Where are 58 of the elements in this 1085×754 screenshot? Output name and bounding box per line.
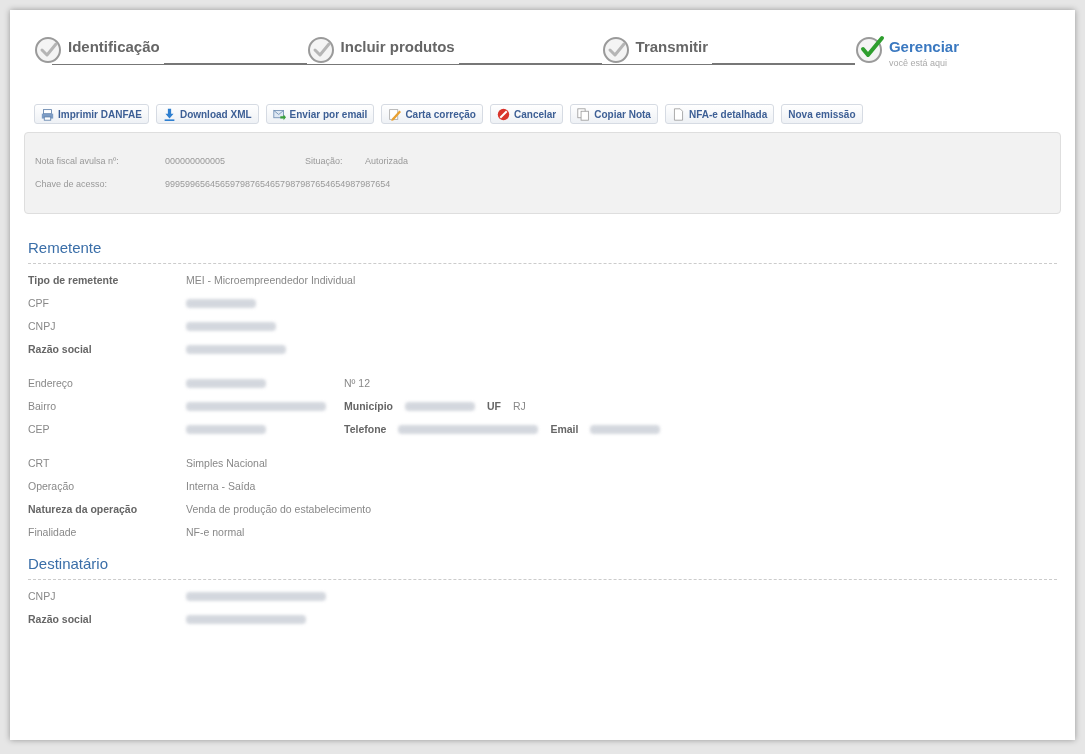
section-heading: Destinatário [28, 555, 109, 572]
field-label: Telefone [344, 421, 387, 437]
field-label: Endereço [28, 375, 74, 391]
summary-label: Nota fiscal avulsa nº: [35, 155, 120, 168]
check-circle-icon [601, 34, 632, 64]
check-circle-icon [854, 34, 885, 64]
field-label: CNPJ [28, 318, 57, 334]
summary-label: Chave de acesso: [35, 177, 109, 191]
cancel-icon [497, 107, 510, 121]
step-subtitle: você está aqui [888, 57, 948, 69]
section-heading: Remetente [28, 239, 102, 256]
summary-value: 000000000005 [165, 155, 227, 168]
field-value: Interna - Saída [186, 478, 257, 494]
field-label: CRT [28, 455, 51, 471]
field-label: CNPJ [28, 588, 57, 604]
field-label: Razão social [28, 341, 93, 357]
step-tab[interactable]: Identificação [34, 34, 164, 64]
summary-label: Situação: [305, 155, 344, 168]
toolbar-button[interactable]: Imprimir DANFAE [34, 104, 149, 124]
field-label: Razão social [28, 611, 93, 627]
printer-icon [41, 107, 54, 121]
field-label: Município [344, 398, 393, 414]
field-label: CPF [28, 295, 50, 311]
toolbar-button[interactable]: Enviar por email [265, 104, 375, 124]
field-value: RJ [513, 398, 526, 414]
blurred-value [590, 425, 661, 434]
document-icon [671, 107, 685, 121]
toolbar-button[interactable]: Cancelar [490, 104, 564, 124]
download-icon [162, 107, 176, 121]
field-label: Bairro [28, 398, 57, 414]
document-copy-icon [577, 107, 591, 121]
pencil-icon [388, 107, 402, 121]
toolbar-button[interactable]: Carta correção [381, 104, 483, 124]
blurred-value [186, 299, 256, 308]
step-tab[interactable]: Incluir produtos [306, 34, 459, 64]
toolbar-button[interactable]: Nova emissão [781, 104, 863, 124]
toolbar-button[interactable]: Download XML [155, 104, 259, 124]
toolbar-button[interactable]: NFA-e detalhada [664, 104, 775, 124]
field-value: Venda de produção do estabelecimento [186, 501, 373, 517]
envelope-icon [272, 107, 286, 121]
field-label: Tipo de remetente [28, 272, 120, 288]
check-circle-icon [34, 34, 64, 64]
field-value: MEI - Microempreendedor Individual [186, 272, 357, 288]
field-value: Simples Nacional [186, 455, 269, 471]
field-label: Email [550, 421, 579, 437]
field-label: Finalidade [28, 524, 78, 540]
blurred-value [405, 402, 475, 411]
field-label: Natureza da operação [28, 501, 139, 517]
field-value: NF-e normal [186, 524, 246, 540]
step-tab[interactable]: Transmitir [601, 34, 713, 64]
field-label: UF [487, 398, 501, 414]
summary-value: Autorizada [365, 155, 409, 168]
toolbar-button[interactable]: Copiar Nota [570, 104, 658, 124]
check-circle-icon [306, 34, 337, 64]
field-label: Operação [28, 478, 76, 494]
field-value: Nº 12 [344, 375, 370, 391]
summary-value: 999599656456597987654657987987654654987987654 [165, 177, 391, 191]
field-label: CEP [28, 421, 51, 437]
